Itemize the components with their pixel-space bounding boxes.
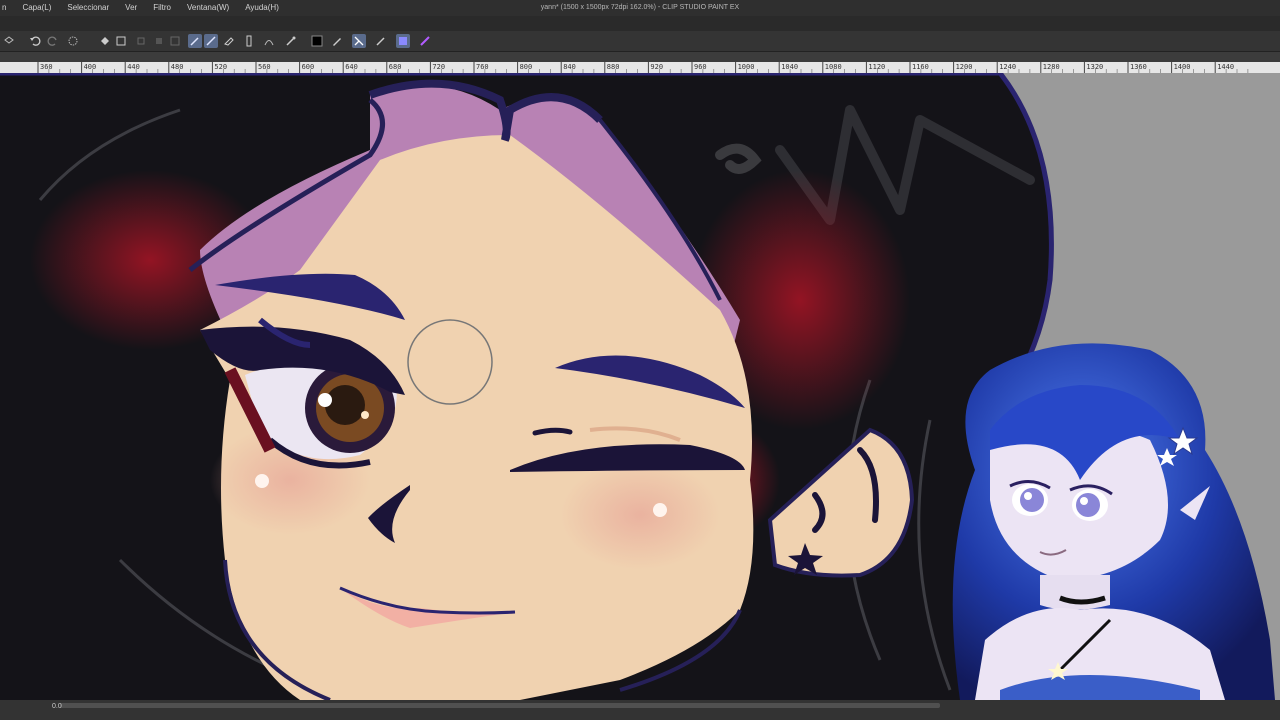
brush-icon[interactable]	[204, 34, 218, 48]
ruler-icon[interactable]	[242, 34, 256, 48]
eyedropper-icon[interactable]	[284, 34, 298, 48]
ruler-label: 1160	[912, 63, 929, 71]
title-spacer	[0, 16, 1280, 31]
frame-icon[interactable]	[168, 34, 182, 48]
correct-line-icon[interactable]	[262, 34, 276, 48]
ruler-label: 1400	[1173, 63, 1191, 71]
ruler-label: 1000	[737, 63, 755, 71]
ruler-label: 1200	[955, 63, 973, 71]
ruler-label: 1120	[868, 63, 886, 71]
gradient-icon[interactable]	[396, 34, 410, 48]
command-bar	[0, 31, 1280, 52]
undo-icon[interactable]	[28, 34, 42, 48]
eye-pupil-left	[325, 385, 365, 425]
ruler-label: 520	[214, 63, 228, 71]
ruler-label: 1280	[1042, 63, 1060, 71]
ruler-label: 920	[650, 63, 664, 71]
drawing-canvas[interactable]	[0, 73, 1280, 700]
layer-icon[interactable]	[2, 34, 16, 48]
window-title: yann* (1500 x 1500px 72dpi 162.0%) - CLI…	[540, 4, 740, 11]
ruler-label: 440	[127, 63, 140, 71]
text-tool-icon[interactable]	[418, 34, 432, 48]
blush-highlight-left	[255, 474, 269, 488]
airbrush-icon[interactable]	[374, 34, 388, 48]
zoom-readout: 0.0	[52, 703, 62, 710]
avatar-eye-right	[1076, 493, 1100, 517]
figure-icon[interactable]	[352, 34, 366, 48]
lasso-icon[interactable]	[66, 34, 80, 48]
horizontal-scrollbar[interactable]	[60, 703, 940, 708]
artwork	[0, 73, 1280, 700]
status-bar: 0.0	[0, 700, 1280, 720]
ruler-label: 600	[301, 63, 315, 71]
fill-icon[interactable]	[98, 34, 112, 48]
ruler-label: 400	[83, 63, 97, 71]
blend-tool-icon[interactable]	[330, 34, 344, 48]
blush-highlight-right	[653, 503, 667, 517]
ruler-label: 1240	[999, 63, 1017, 71]
ruler-label: 480	[170, 63, 184, 71]
ruler-label: 760	[476, 63, 489, 71]
transform-icon[interactable]	[114, 34, 128, 48]
eye-highlight-left	[318, 393, 332, 407]
blush-right	[560, 460, 720, 570]
eraser-icon[interactable]	[222, 34, 236, 48]
ruler-label: 1440	[1217, 63, 1235, 71]
ruler-label: 360	[40, 63, 53, 71]
ruler-label: 1360	[1130, 63, 1147, 71]
ruler-label: 960	[694, 63, 707, 71]
avatar-eye-highlight-right	[1080, 497, 1088, 505]
ruler-label: 800	[519, 63, 533, 71]
avatar-eye-left	[1020, 488, 1044, 512]
ruler-label: 720	[432, 63, 446, 71]
ruler-label: 680	[388, 63, 402, 71]
ruler-label: 560	[258, 63, 271, 71]
eyelash-right	[532, 427, 573, 436]
ruler-label: 1040	[781, 63, 799, 71]
ruler-label: 1320	[1086, 63, 1104, 71]
redo-icon[interactable]	[46, 34, 60, 48]
ruler-label: 840	[563, 63, 576, 71]
clear-icon[interactable]	[152, 34, 166, 48]
color-swatch-icon[interactable]	[310, 34, 324, 48]
ruler-label: 640	[345, 63, 358, 71]
tab-strip	[0, 52, 1280, 62]
ruler-label: 880	[606, 63, 620, 71]
ruler-label: 1080	[824, 63, 842, 71]
eye-highlight-small-left	[361, 411, 369, 419]
pen-icon[interactable]	[188, 34, 202, 48]
crop-icon[interactable]	[134, 34, 148, 48]
avatar-eye-highlight-left	[1024, 492, 1032, 500]
avatar-neck	[1040, 575, 1110, 610]
title-bar: n Capa(L) Seleccionar Ver Filtro Ventana…	[0, 0, 1280, 16]
